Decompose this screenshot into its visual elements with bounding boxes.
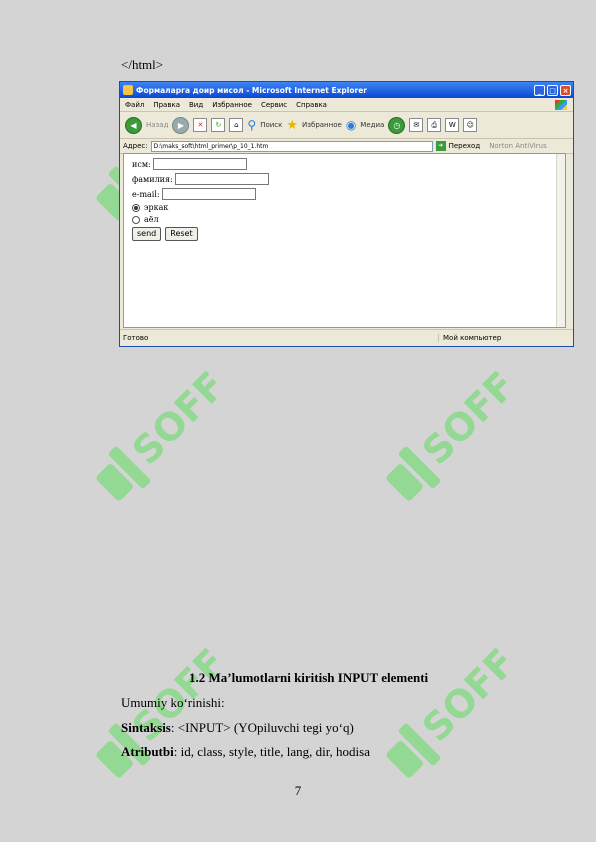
watermark-logo: SOFF — [362, 612, 552, 802]
browser-toolbar: ◀ Назад ▶ ✕ ↻ ⌂ ⚲ Поиск ★ Избранное ◉ Ме… — [120, 112, 573, 139]
messenger-icon[interactable]: ☺ — [463, 118, 478, 132]
watermark-logo: SOFF — [72, 335, 262, 525]
name-row: исм: — [132, 158, 247, 170]
back-button-label[interactable]: Назад — [146, 121, 168, 129]
antivirus-label[interactable]: Norton AntiVirus — [489, 142, 547, 150]
syntax-label: Sintaksis — [121, 720, 171, 735]
browser-status-bar: Готово Мой компьютер — [120, 329, 573, 346]
attributes-label: Atributbi — [121, 744, 174, 759]
edit-icon[interactable]: W — [445, 118, 460, 132]
name-input[interactable] — [152, 158, 247, 170]
section-title: 1.2 Ma’lumotlarni kiritish INPUT element… — [189, 670, 429, 685]
menu-edit[interactable]: Правка — [153, 101, 180, 109]
go-button-label[interactable]: Переход — [449, 142, 481, 150]
male-radio-label: эркак — [144, 203, 169, 212]
name-label: исм: — [132, 159, 151, 169]
surname-label: фамилия: — [132, 174, 173, 184]
form-buttons: send Reset — [132, 227, 202, 241]
address-input[interactable]: D:\maks_soft\html_primer\p_10_1.htm — [150, 140, 433, 152]
attributes-line: Atributbi: id, class, style, title, lang… — [121, 744, 370, 760]
page-number: 7 — [294, 783, 302, 798]
menu-favorites[interactable]: Избранное — [212, 101, 252, 109]
address-label: Адрес: — [123, 142, 148, 150]
menu-view[interactable]: Вид — [189, 101, 203, 109]
vertical-scrollbar[interactable] — [556, 154, 565, 327]
browser-content-area: исм: фамилия: e-mail: эркак аёл send Res… — [123, 153, 566, 328]
status-zone: Мой компьютер — [438, 334, 573, 342]
syntax-text: : <INPUT> (YOpiluvchi tegi yo‘q) — [170, 720, 354, 735]
minimize-icon[interactable]: _ — [534, 84, 545, 96]
search-button-label[interactable]: Поиск — [260, 121, 282, 129]
email-input[interactable] — [161, 188, 256, 200]
stop-icon[interactable]: ✕ — [193, 118, 208, 132]
media-icon[interactable]: ◉ — [346, 118, 356, 132]
syntax-line: Sintaksis: <INPUT> (YOpiluvchi tegi yo‘q… — [121, 720, 354, 736]
browser-title-bar: Формаларга доир мисол - Microsoft Intern… — [120, 82, 573, 98]
watermark-text: SOFF — [414, 640, 524, 750]
female-radio-label: аёл — [144, 215, 159, 224]
close-icon[interactable]: × — [560, 84, 571, 96]
back-arrow-icon[interactable]: ◀ — [125, 116, 142, 134]
male-radio[interactable] — [132, 203, 140, 212]
media-button-label[interactable]: Медиа — [360, 121, 384, 129]
email-label: e-mail: — [132, 189, 160, 199]
send-button[interactable]: send — [132, 227, 162, 241]
history-icon[interactable]: ◷ — [388, 116, 406, 134]
surname-input[interactable] — [174, 173, 269, 185]
favorites-button-label[interactable]: Избранное — [302, 121, 342, 129]
female-radio-row[interactable]: аёл — [132, 215, 159, 224]
male-radio-row[interactable]: эркак — [132, 203, 168, 212]
mail-icon[interactable]: ✉ — [409, 118, 424, 132]
email-row: e-mail: — [132, 188, 256, 200]
search-icon[interactable]: ⚲ — [247, 118, 256, 132]
code-closing-tag: </html> — [121, 57, 164, 72]
menu-tools[interactable]: Сервис — [261, 101, 287, 109]
menu-file[interactable]: Файл — [125, 101, 144, 109]
browser-menu-bar: Файл Правка Вид Избранное Сервис Справка — [120, 98, 573, 112]
ie-page-icon — [123, 85, 133, 95]
surname-row: фамилия: — [132, 173, 269, 185]
browser-screenshot: Формаларга доир мисол - Microsoft Intern… — [119, 81, 574, 347]
watermark-text: SOFF — [124, 363, 234, 473]
document-page: SOFF SOFF SOFF SOFF SOFF SOFF </html> Фо… — [0, 0, 596, 842]
forward-arrow-icon[interactable]: ▶ — [172, 116, 190, 134]
favorites-star-icon[interactable]: ★ — [286, 118, 298, 133]
maximize-icon[interactable]: □ — [547, 84, 558, 96]
home-icon[interactable]: ⌂ — [229, 118, 244, 132]
female-radio[interactable] — [132, 215, 140, 224]
reset-button[interactable]: Reset — [165, 227, 198, 241]
browser-title: Формаларга доир мисол - Microsoft Intern… — [136, 85, 367, 95]
menu-help[interactable]: Справка — [296, 101, 327, 109]
watermark-text: SOFF — [414, 363, 524, 473]
refresh-icon[interactable]: ↻ — [211, 118, 226, 132]
status-text: Готово — [123, 334, 149, 342]
print-icon[interactable]: ⎙ — [427, 118, 442, 132]
general-view-line: Umumiy ko‘rinishi: — [121, 695, 225, 710]
attributes-text: : id, class, style, title, lang, dir, ho… — [173, 744, 370, 759]
address-bar: Адрес: D:\maks_soft\html_primer\p_10_1.h… — [120, 139, 573, 154]
windows-logo-icon — [555, 99, 567, 110]
go-arrow-icon[interactable]: ➜ — [435, 141, 446, 151]
watermark-logo: SOFF — [362, 335, 552, 525]
